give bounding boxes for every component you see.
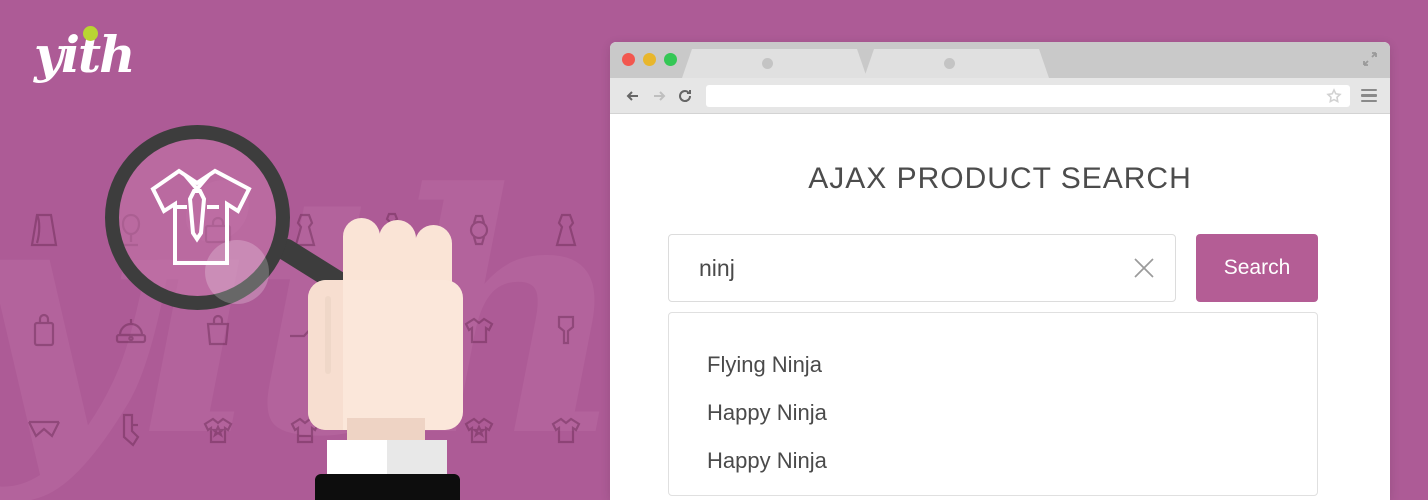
url-bar[interactable] (706, 84, 1350, 107)
dress-shoe-icon (174, 480, 261, 500)
tshirt-icon (522, 380, 609, 480)
browser-nav-bar (610, 78, 1390, 114)
browser-tab[interactable] (682, 49, 867, 78)
shirt-cuff-left (327, 440, 387, 478)
arrow-right-icon[interactable] (646, 83, 672, 109)
star-icon[interactable] (1326, 87, 1342, 104)
bra-icon (0, 380, 87, 480)
window-controls[interactable] (622, 53, 677, 66)
generic-favicon (762, 58, 773, 69)
flip-flops-icon (522, 480, 609, 500)
jeans-icon (0, 480, 87, 500)
jacket-sleeve (315, 474, 460, 500)
list-item[interactable]: Happy Ninja (669, 437, 1317, 485)
skirt-icon (0, 180, 87, 280)
socks-icon (87, 380, 174, 480)
thumb-seam (325, 296, 331, 374)
close-x-icon[interactable] (1132, 256, 1156, 280)
hamburger-menu-icon[interactable] (1358, 88, 1380, 103)
page-content: AJAX PRODUCT SEARCH Search Flying Ninja … (610, 114, 1390, 500)
list-item[interactable]: Happy Ninja (669, 389, 1317, 437)
page-title: AJAX PRODUCT SEARCH (808, 162, 1192, 195)
shirt-cuff-right (387, 440, 447, 478)
bowtie-icon (87, 480, 174, 500)
list-item[interactable]: Flying Ninja (669, 341, 1317, 389)
promo-panel: yith yith (0, 0, 610, 500)
scarf-icon (522, 280, 609, 380)
reload-icon[interactable] (672, 83, 698, 109)
search-input[interactable] (668, 234, 1176, 302)
maximize-dot-green[interactable] (664, 53, 677, 66)
arrow-left-icon[interactable] (620, 83, 646, 109)
expand-arrows-icon[interactable] (1362, 51, 1378, 67)
browser-tab-bar (610, 42, 1390, 78)
browser-window: AJAX PRODUCT SEARCH Search Flying Ninja … (610, 42, 1390, 500)
search-button[interactable]: Search (1196, 234, 1318, 302)
tshirt-star-icon (174, 380, 261, 480)
dress-icon (522, 180, 609, 280)
search-input-wrapper (668, 234, 1176, 302)
browser-tab[interactable] (864, 49, 1049, 78)
pointing-hand-icon (305, 218, 465, 500)
close-dot-red[interactable] (622, 53, 635, 66)
minimize-dot-yellow[interactable] (643, 53, 656, 66)
yith-logo: yith (34, 24, 136, 86)
handbag-icon (0, 280, 87, 380)
yith-logo-dot (83, 26, 98, 41)
search-row: Search (610, 196, 1390, 302)
search-suggestions-dropdown: Flying Ninja Happy Ninja Happy Ninja (668, 312, 1318, 496)
shirt-with-tie-icon (141, 167, 253, 272)
generic-favicon (944, 58, 955, 69)
